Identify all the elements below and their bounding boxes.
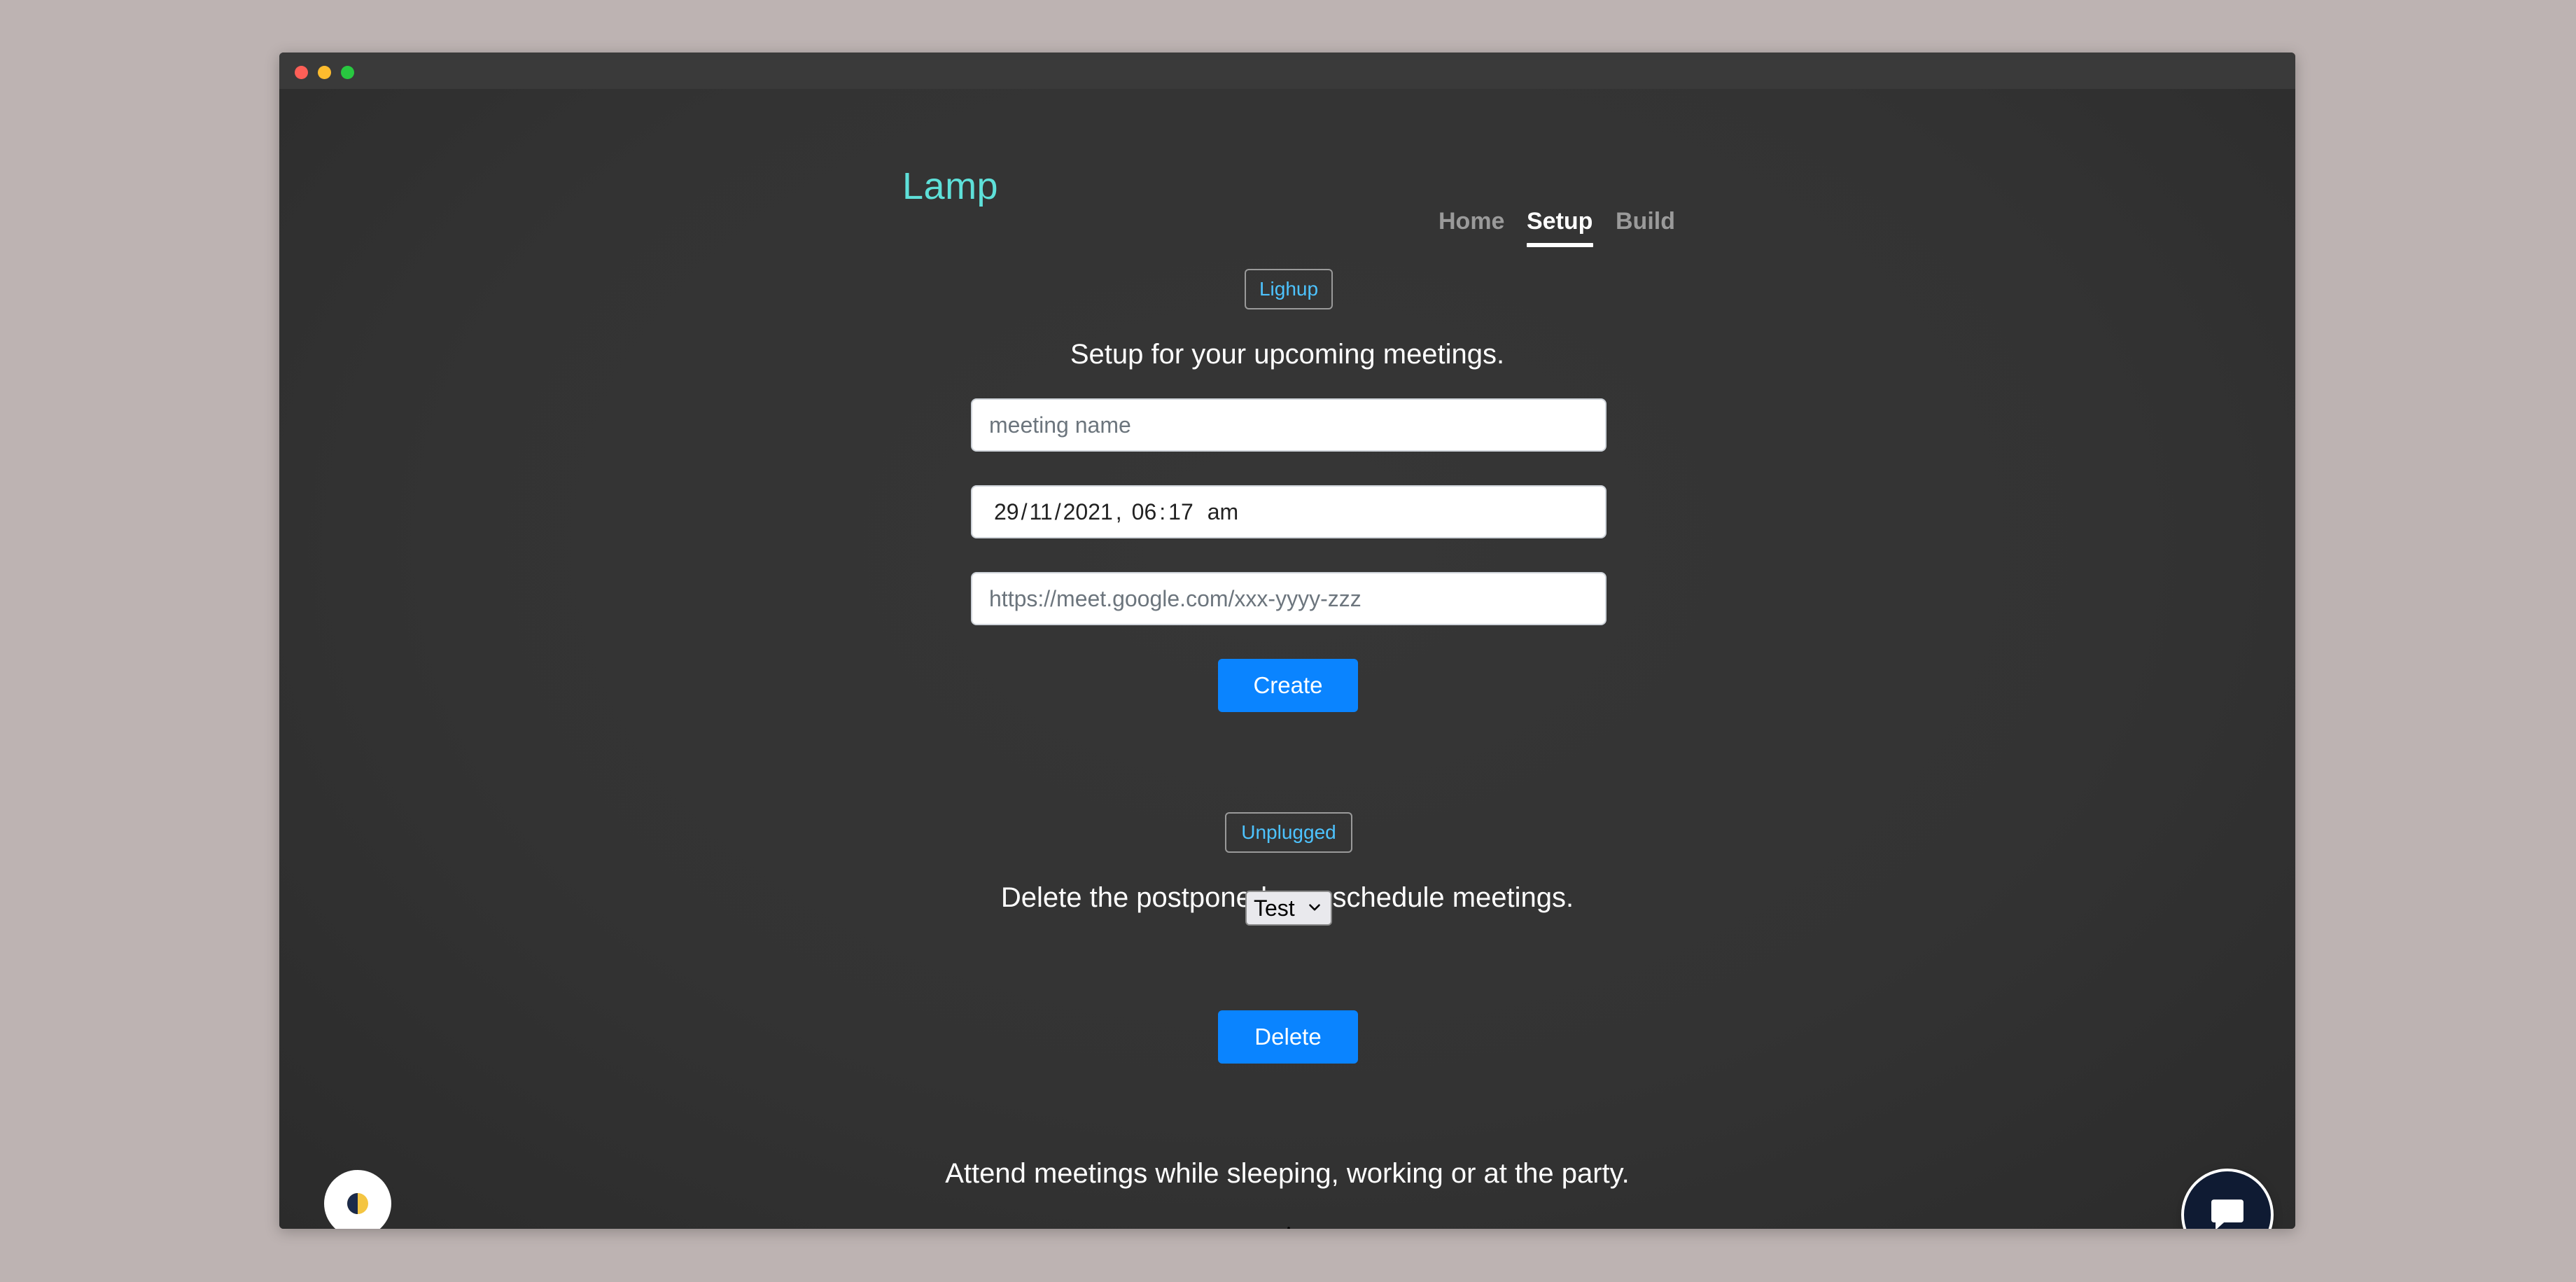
- setup-heading: Setup for your upcoming meetings.: [1070, 339, 1505, 370]
- contrast-icon: [347, 1193, 368, 1214]
- datetime-separator: :: [1159, 499, 1166, 524]
- datetime-day: 29: [994, 499, 1019, 524]
- datetime-separator: /: [1054, 499, 1061, 524]
- arrow-down-circle-icon[interactable]: [1270, 1222, 1308, 1229]
- minimize-window-button[interactable]: [318, 66, 331, 79]
- datetime-year: 2021: [1063, 499, 1113, 524]
- datetime-hour: 06: [1131, 499, 1157, 524]
- page-content: Lamp Home Setup Build Lighup Setup for y…: [279, 89, 2295, 1229]
- create-button[interactable]: Create: [1218, 659, 1358, 712]
- meeting-select[interactable]: Test: [1245, 891, 1332, 926]
- maximize-window-button[interactable]: [341, 66, 354, 79]
- datetime-minute: 17: [1168, 499, 1194, 524]
- datetime-month: 11: [1029, 499, 1053, 524]
- nav-home[interactable]: Home: [1438, 208, 1504, 235]
- datetime-separator: ,: [1115, 499, 1122, 524]
- nav-active-indicator: [1527, 243, 1593, 247]
- nav-setup[interactable]: Setup: [1527, 208, 1592, 235]
- datetime-separator: /: [1021, 499, 1028, 524]
- meeting-link-input[interactable]: [971, 572, 1606, 625]
- delete-button[interactable]: Delete: [1218, 1010, 1358, 1064]
- browser-window: Lamp Home Setup Build Lighup Setup for y…: [279, 53, 2295, 1229]
- nav-build[interactable]: Build: [1616, 208, 1675, 235]
- footer-tagline: Attend meetings while sleeping, working …: [945, 1158, 1630, 1189]
- chat-bubble-icon: [2211, 1199, 2244, 1229]
- meeting-name-input[interactable]: [971, 398, 1606, 452]
- window-titlebar: [279, 53, 2295, 90]
- chevron-down-icon: [1309, 904, 1320, 911]
- unplugged-badge: Unplugged: [1225, 812, 1352, 853]
- meeting-select-value: Test: [1254, 895, 1295, 921]
- datetime-ampm: am: [1207, 499, 1239, 524]
- meeting-datetime-input[interactable]: 29 / 11 / 2021 , 06 : 17 am: [971, 485, 1606, 538]
- brand-logo[interactable]: Lamp: [902, 165, 998, 208]
- close-window-button[interactable]: [295, 66, 308, 79]
- lighup-badge: Lighup: [1245, 269, 1333, 309]
